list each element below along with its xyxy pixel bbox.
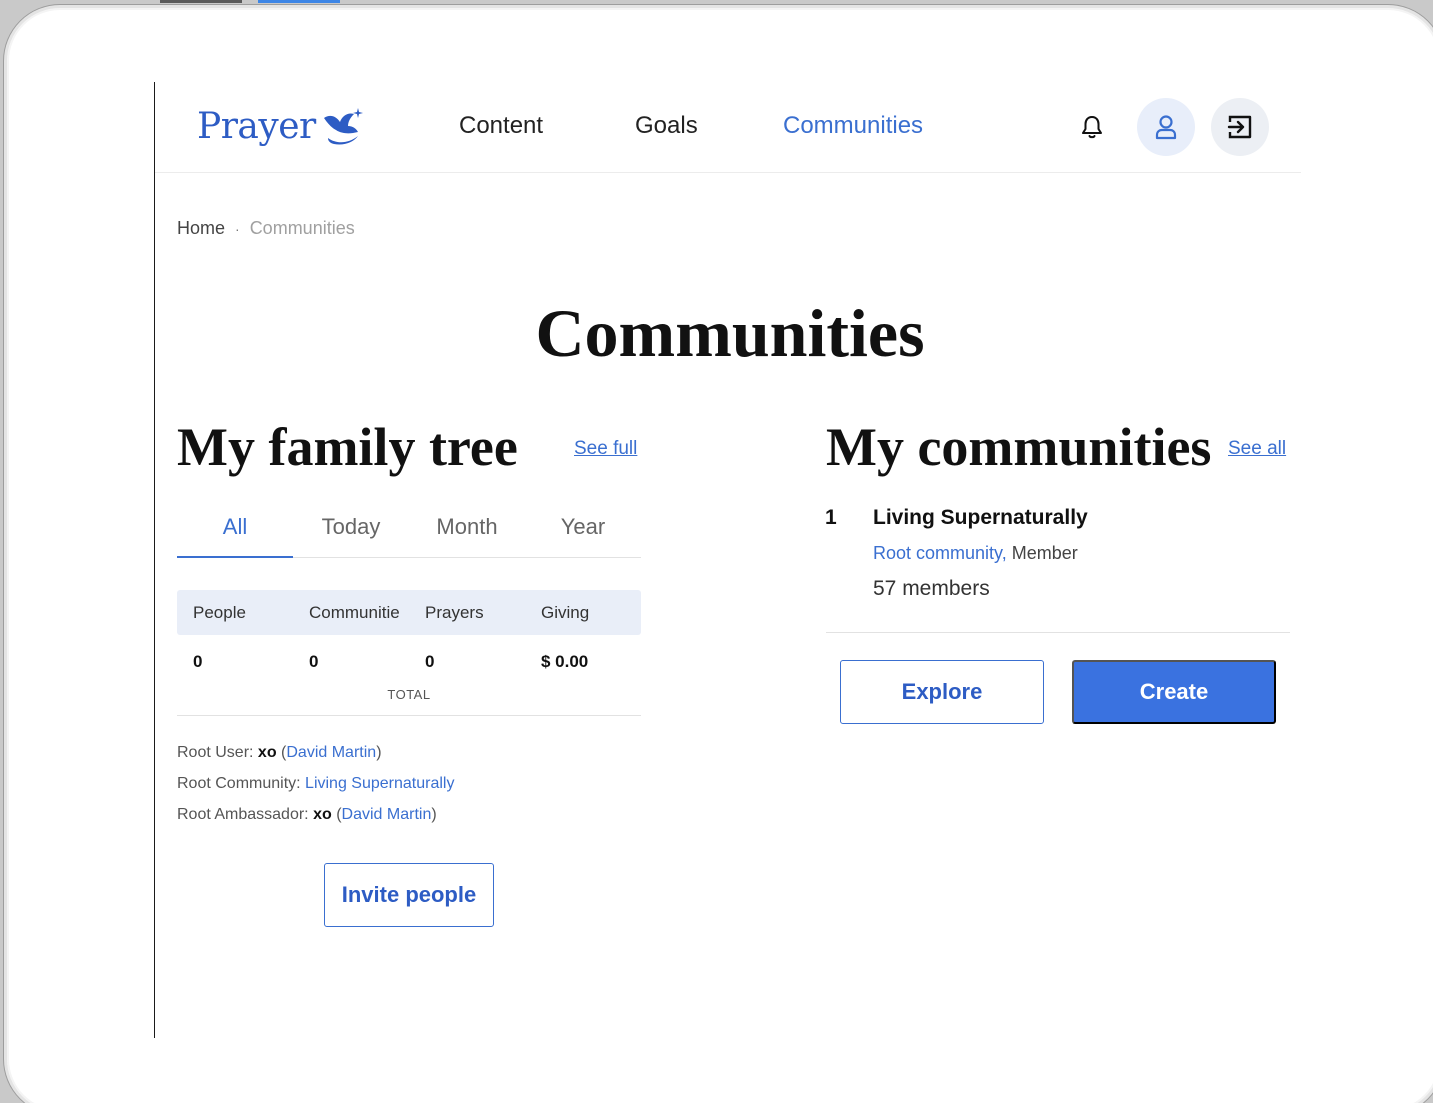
root-community-line: Root Community: Living Supernaturally xyxy=(177,768,454,799)
root-user-link[interactable]: David Martin xyxy=(286,744,376,761)
notifications-button[interactable] xyxy=(1063,98,1121,156)
tab-all[interactable]: All xyxy=(177,502,293,558)
divider xyxy=(177,715,641,716)
root-ambassador-line: Root Ambassador: xo (David Martin) xyxy=(177,806,437,823)
nav-content[interactable]: Content xyxy=(459,112,543,140)
window-tab-indicator xyxy=(160,0,242,3)
page-title: Communities xyxy=(535,295,925,371)
nav-goals[interactable]: Goals xyxy=(635,112,698,140)
breadcrumb: Home · Communities xyxy=(177,218,355,239)
my-communities-title: My communities xyxy=(826,417,1212,477)
column-header-giving: Giving xyxy=(541,602,590,622)
profile-button[interactable] xyxy=(1137,98,1195,156)
root-info: Root User: xo (David Martin) Root Commun… xyxy=(177,737,454,830)
root-user-label: Root User: xyxy=(177,744,254,761)
logout-icon xyxy=(1227,115,1252,139)
community-type[interactable]: Root community, xyxy=(873,543,1007,563)
community-index: 1 xyxy=(825,506,837,529)
column-header-people: People xyxy=(193,602,246,622)
root-ambassador-name: xo xyxy=(313,806,332,823)
see-all-link[interactable]: See all xyxy=(1228,438,1286,460)
value-giving: $ 0.00 xyxy=(541,652,589,671)
logo-text: Prayer xyxy=(197,105,316,147)
period-tabs: All Today Month Year xyxy=(177,502,641,558)
tab-year[interactable]: Year xyxy=(525,502,641,557)
stats-header-row: People Communitie Prayers Giving xyxy=(177,590,641,635)
dove-icon xyxy=(323,108,363,145)
window-tab-indicator-active xyxy=(258,0,340,3)
divider xyxy=(826,632,1290,633)
stats-total-label: TOTAL xyxy=(387,687,431,702)
logo[interactable]: Prayer xyxy=(197,101,366,151)
root-user-line: Root User: xo (David Martin) xyxy=(177,744,382,761)
family-tree-title: My family tree xyxy=(177,417,518,477)
root-user-name: xo xyxy=(257,744,277,761)
community-member-role: Member xyxy=(1011,543,1078,563)
create-button[interactable]: Create xyxy=(1072,660,1276,724)
root-ambassador-link[interactable]: David Martin xyxy=(342,806,432,823)
logout-button[interactable] xyxy=(1211,98,1269,156)
see-full-link[interactable]: See full xyxy=(574,438,637,460)
community-name[interactable]: Living Supernaturally xyxy=(873,506,1088,530)
community-member-count: 57 members xyxy=(873,577,990,600)
community-role: Root community, Member xyxy=(873,543,1078,564)
tab-month[interactable]: Month xyxy=(409,502,525,557)
root-community-link[interactable]: Living Supernaturally xyxy=(305,775,454,792)
invite-people-button[interactable]: Invite people xyxy=(324,863,494,927)
root-community-label: Root Community: xyxy=(177,775,301,792)
header: Prayer Content Goals Communities xyxy=(155,82,1301,173)
bell-icon xyxy=(1082,116,1102,139)
column-header-prayers: Prayers xyxy=(425,602,484,622)
explore-button[interactable]: Explore xyxy=(840,660,1044,724)
breadcrumb-current: Communities xyxy=(249,218,355,238)
stats-values-row: 0 0 0 $ 0.00 xyxy=(177,652,641,672)
root-ambassador-label: Root Ambassador: xyxy=(177,806,309,823)
page: Prayer Content Goals Communities Home · … xyxy=(154,82,1304,1038)
user-icon xyxy=(1155,115,1177,140)
tab-today[interactable]: Today xyxy=(293,502,409,557)
value-people: 0 xyxy=(193,652,203,671)
column-header-communities: Communitie xyxy=(309,602,400,622)
nav-communities[interactable]: Communities xyxy=(783,112,923,140)
breadcrumb-home[interactable]: Home xyxy=(177,218,225,239)
breadcrumb-separator: · xyxy=(235,220,240,237)
value-communities: 0 xyxy=(309,652,319,671)
value-prayers: 0 xyxy=(425,652,435,671)
